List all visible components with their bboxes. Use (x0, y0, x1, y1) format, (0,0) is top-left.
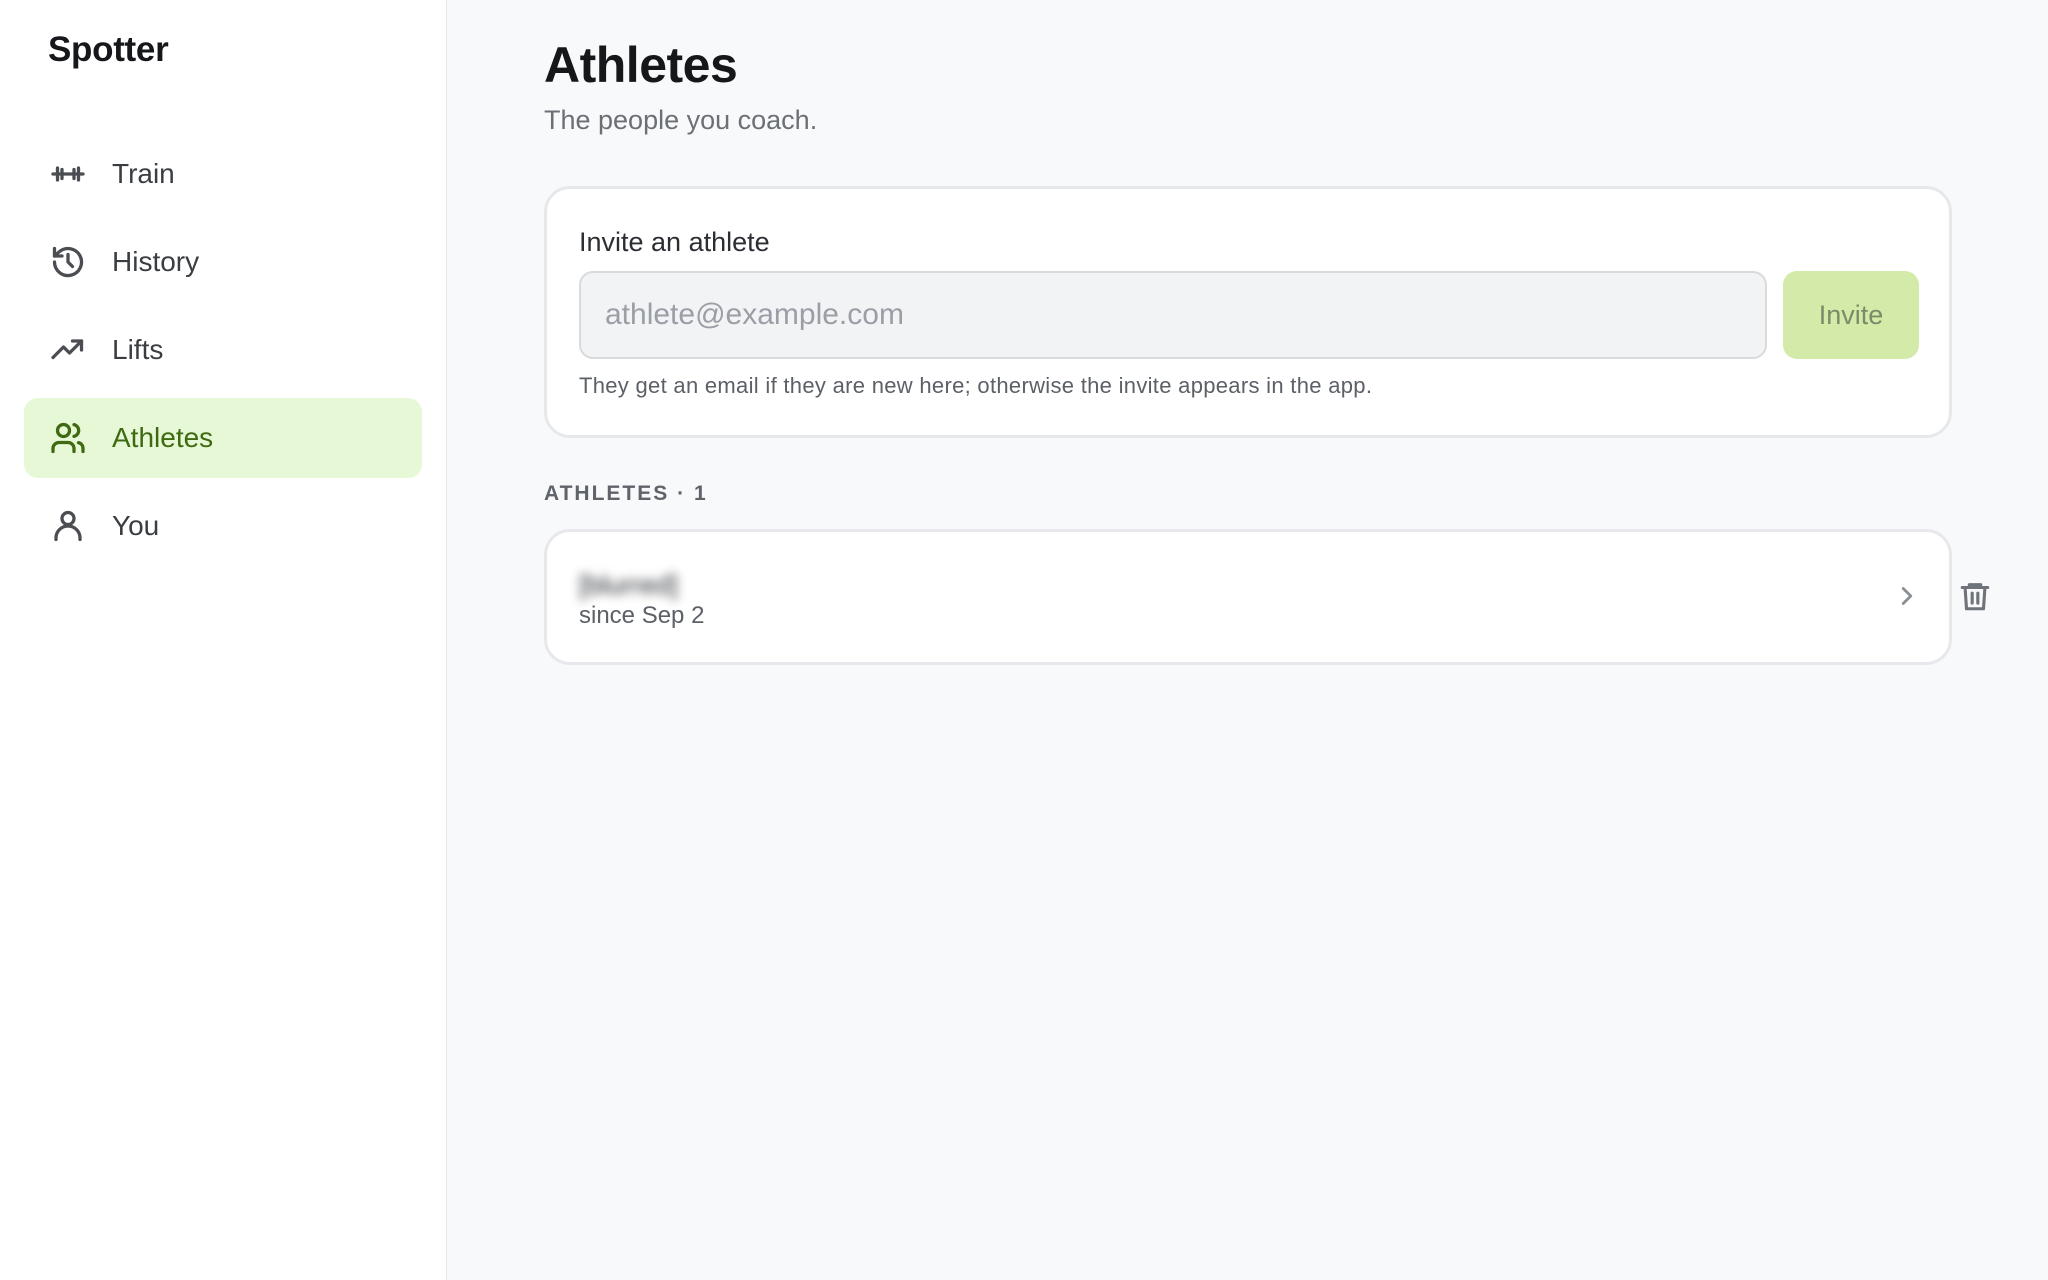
page-title: Athletes (544, 37, 738, 93)
invite-email-input[interactable] (579, 271, 1767, 359)
sidebar-item-history[interactable]: History (24, 222, 422, 302)
sidebar-item-label: Lifts (112, 334, 164, 365)
history-icon (48, 242, 88, 282)
athletes-section-label: ATHLETES · 1 (544, 482, 708, 505)
main-content: Athletes The people you coach. Invite an… (447, 0, 2048, 1280)
sidebar-item-label: History (112, 246, 200, 277)
trending-up-icon (48, 330, 88, 370)
user-icon (48, 506, 88, 546)
athlete-list-item[interactable]: [blurred] since Sep 2 (544, 529, 1990, 665)
invite-title: Invite an athlete (579, 227, 770, 257)
sidebar-item-label: Athletes (112, 422, 214, 453)
sidebar-item-you[interactable]: You (24, 486, 422, 566)
app-logo[interactable]: Spotter (48, 30, 169, 70)
chevron-right-icon[interactable] (1887, 576, 1927, 616)
page-subtitle: The people you coach. (544, 105, 818, 135)
sidebar-nav: Train History Lifts Athletes You (24, 134, 422, 574)
trash-icon[interactable] (1951, 572, 1999, 620)
invite-card: Invite an athlete Invite They get an ema… (544, 186, 1952, 438)
athlete-email: [blurred] (579, 570, 679, 600)
athlete-since: since Sep 2 (579, 602, 705, 629)
invite-button[interactable]: Invite (1783, 271, 1919, 359)
sidebar-item-train[interactable]: Train (24, 134, 422, 214)
sidebar-item-label: Train (112, 158, 175, 189)
app-root: Spotter Train History Lifts Athletes You… (0, 0, 2048, 1280)
dumbbell-icon (48, 154, 88, 194)
sidebar-item-lifts[interactable]: Lifts (24, 310, 422, 390)
sidebar: Spotter Train History Lifts Athletes You (0, 0, 447, 1280)
sidebar-item-label: You (112, 510, 160, 541)
invite-help-text: They get an email if they are new here; … (579, 373, 1373, 398)
users-icon (48, 418, 88, 458)
sidebar-item-athletes[interactable]: Athletes (24, 398, 422, 478)
